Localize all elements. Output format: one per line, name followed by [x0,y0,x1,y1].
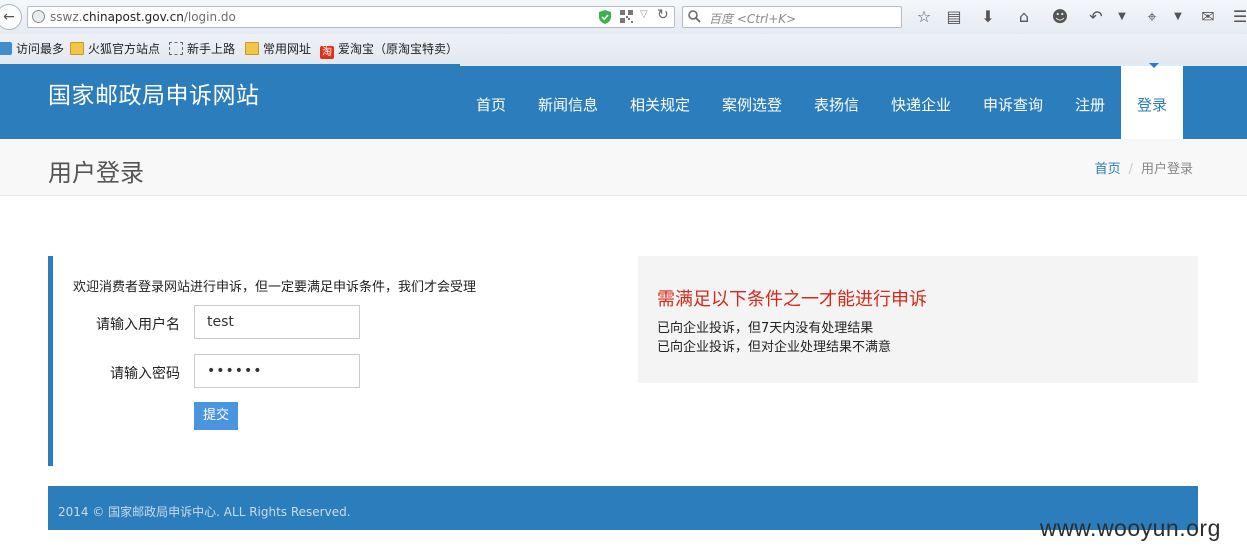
folder-icon [245,42,259,55]
footer: 2014 © 国家邮政局申诉中心. ALL Rights Reserved. [48,486,1198,530]
submit-button[interactable]: 提交 [194,402,238,430]
nav-home[interactable]: 首页 [476,94,506,115]
login-panel: 欢迎消费者登录网站进行申诉，但一定要满足申诉条件，我们才会受理 请输入用户名 请… [48,256,476,466]
search-placeholder: 百度 <Ctrl+K> [709,12,797,26]
crop-icon[interactable]: ⌖ [1142,7,1162,27]
watermark: www.wooyun.org [1040,515,1221,541]
username-input[interactable] [194,305,360,339]
nav-express-companies[interactable]: 快递企业 [891,94,951,115]
reload-icon[interactable]: ↻ [657,7,669,23]
page-icon [169,42,183,55]
nav-register[interactable]: 注册 [1075,94,1105,115]
breadcrumb-separator: / [1128,162,1133,177]
shield-icon[interactable] [597,9,613,25]
search-bar[interactable]: 百度 <Ctrl+K> [682,6,902,28]
breadcrumb: 首页 / 用户登录 [1095,158,1193,177]
bookmark-aitaobao[interactable]: 淘爱淘宝（原淘宝特卖） [320,41,458,59]
site-logo[interactable]: 国家邮政局申诉网站 [48,76,260,110]
nav-praise-letters[interactable]: 表扬信 [814,94,859,115]
star-icon[interactable]: ☆ [914,7,934,27]
conditions-title: 需满足以下条件之一才能进行申诉 [657,289,927,310]
bookmark-most-visited[interactable]: 访问最多 [0,41,64,57]
bookmark-common-sites[interactable]: 常用网址 [245,41,311,57]
nav-complaint-query[interactable]: 申诉查询 [983,94,1043,115]
browser-toolbar: ← sswz.chinapost.gov.cn/login.do ▽ ↻ 百度 … [0,0,1247,34]
folder-icon [70,42,84,55]
username-label: 请输入用户名 [96,317,180,333]
message-icon[interactable]: ✉ [1198,7,1218,27]
undo-dropdown-icon[interactable]: ▼ [1112,7,1132,27]
download-icon[interactable]: ⬇ [978,7,998,27]
nav-regulations[interactable]: 相关规定 [630,94,690,115]
url-text: sswz.chinapost.gov.cn/login.do [50,10,236,24]
nav-news[interactable]: 新闻信息 [538,94,598,115]
active-caret-icon [1149,63,1159,68]
conditions-panel: 需满足以下条件之一才能进行申诉 已向企业投诉，但7天内没有处理结果 已向企业投诉… [638,256,1198,383]
footer-copyright: 2014 © 国家邮政局申诉中心. ALL Rights Reserved. [58,505,351,519]
breadcrumb-current: 用户登录 [1140,162,1193,177]
crop-dropdown-icon[interactable]: ▼ [1168,7,1188,27]
qr-code-icon[interactable] [620,10,633,23]
nav-cases[interactable]: 案例选登 [722,94,782,115]
chat-icon[interactable]: ☻ [1050,7,1070,27]
address-bar[interactable]: sswz.chinapost.gov.cn/login.do ▽ ↻ [27,6,675,28]
bookmark-getting-started[interactable]: 新手上路 [169,41,235,57]
bookmark-firefox-official[interactable]: 火狐官方站点 [70,41,160,57]
search-icon [688,10,701,23]
url-dropdown-icon[interactable]: ▽ [640,9,648,20]
nav-login[interactable]: 登录 [1121,66,1183,139]
page-title: 用户登录 [48,159,144,187]
condition-item: 已向企业投诉，但7天内没有处理结果 [657,321,874,336]
most-visited-icon [0,42,12,55]
taobao-icon: 淘 [320,46,334,59]
undo-icon[interactable]: ↶ [1086,7,1106,27]
site-header: 国家邮政局申诉网站 首页 新闻信息 相关规定 案例选登 表扬信 快递企业 申诉查… [0,63,1247,139]
title-bar: 用户登录 首页 / 用户登录 [0,139,1247,196]
welcome-text: 欢迎消费者登录网站进行申诉，但一定要满足申诉条件，我们才会受理 [73,280,477,295]
globe-icon [32,10,45,23]
password-label: 请输入密码 [110,366,180,382]
bookmarks-bar: 访问最多 火狐官方站点 新手上路 常用网址 淘爱淘宝（原淘宝特卖） [0,34,1247,64]
breadcrumb-home[interactable]: 首页 [1095,162,1121,177]
reading-list-icon[interactable]: ▤ [944,7,964,27]
back-button[interactable]: ← [0,4,22,30]
condition-item: 已向企业投诉，但对企业处理结果不满意 [657,340,892,355]
menu-icon[interactable]: ☰ [1230,7,1247,27]
home-icon[interactable]: ⌂ [1014,7,1034,27]
nav-login-label: 登录 [1136,96,1167,114]
password-input[interactable]: •••••• [194,354,360,388]
